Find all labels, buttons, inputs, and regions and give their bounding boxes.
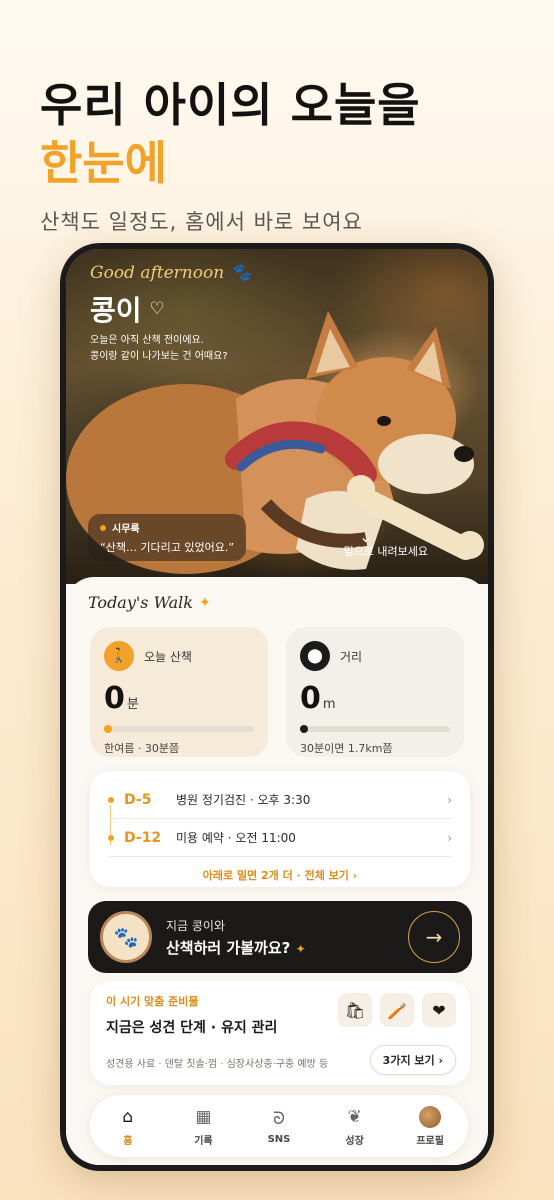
pet-name: 콩이 ♡ [90,289,165,329]
mood-label: 시무룩 [100,520,234,535]
paw-icon: 🐾 [100,911,152,963]
tab-records[interactable]: ▦ 기록 [173,1106,233,1147]
distance-note: 30분이면 1.7km쯤 [300,742,393,755]
tab-profile-label: 프로필 [416,1135,444,1147]
mood-bubble: 시무룩 “산책… 기다리고 있었어요.” [88,514,247,561]
tab-growth-label: 성장 [345,1135,364,1147]
today-walk-title: Today's Walk ✦ [88,593,211,612]
walk-time-card[interactable]: 🚶 오늘 산책 0분 한여름 · 30분쯤 [90,627,268,757]
scroll-hint[interactable]: ⌄ 밑으로 내려보세요 [343,529,428,559]
schedule-dday: D-12 [124,829,162,846]
arrow-right-icon[interactable]: → [408,911,460,963]
start-walk-line2-label: 산책하러 가볼까요? [166,938,291,957]
distance-progress-fill [300,725,308,733]
sparkle-icon: ✦ [198,594,211,611]
mood-name: 시무룩 [112,524,140,535]
today-walk-label: Today's Walk [88,593,193,612]
status-message-line1: 오늘은 아직 산책 전이에요. [90,335,204,346]
status-message-line2: 콩이랑 같이 나가보는 건 어때요? [90,351,228,362]
schedule-dday: D-5 [124,791,152,808]
location-pin-icon: ⬤ [300,641,330,671]
walk-time-progress-fill [104,725,112,733]
schedule-item[interactable]: D-5 병원 정기검진 · 오후 3:30 › [108,781,452,819]
view-supplies-button[interactable]: 3가지 보기 › [369,1045,456,1075]
phone-frame: Good afternoon 🐾 콩이 ♡ 오늘은 아직 산책 전이에요. 콩이… [60,243,494,1171]
schedule-text: 병원 정기검진 · 오후 3:30 [176,793,311,807]
chevron-right-icon: › [447,792,452,807]
tab-profile[interactable]: 프로필 [400,1105,460,1147]
avatar-icon [419,1105,442,1128]
walk-time-progress [104,725,254,733]
greeting-text: Good afternoon 🐾 [90,263,251,283]
mood-dot [100,524,106,531]
timeline-dot [108,834,114,841]
walk-time-unit: 분 [126,697,139,712]
start-walk-button[interactable]: 🐾 지금 콩이와 산책하러 가볼까요? ✦ → [88,901,472,973]
hero-title: 우리 아이의 오늘을 [40,78,421,132]
tab-home-label: 홈 [123,1135,133,1147]
distance-progress [300,725,450,733]
scroll-hint-label: 밑으로 내려보세요 [343,545,428,558]
food-bag-icon[interactable]: 🛍 [338,993,372,1027]
walk-time-note: 한여름 · 30분쯤 [104,742,180,755]
distance-unit: m [322,697,336,712]
home-icon: ⌂ [122,1106,134,1127]
toothbrush-icon[interactable]: 🪥 [380,993,414,1027]
grid-icon: ▦ [195,1106,212,1127]
stage-supplies-card: 이 시기 맞춤 준비물 지금은 성견 단계 · 유지 관리 🛍 🪥 ❤ 성견용 … [90,981,470,1085]
supply-thumbnails: 🛍 🪥 ❤ [338,993,456,1027]
schedule-card: D-5 병원 정기검진 · 오후 3:30 › D-12 미용 예약 · 오전 … [90,771,470,887]
walk-time-label: 오늘 산책 [144,649,192,664]
status-message: 오늘은 아직 산책 전이에요. 콩이랑 같이 나가보는 건 어때요? [90,333,228,365]
start-walk-text: 지금 콩이와 산책하러 가볼까요? ✦ [166,917,408,958]
schedule-text: 미용 예약 · 오전 11:00 [176,831,296,845]
content-sheet: Today's Walk ✦ 🚶 오늘 산책 0분 한여름 · 30분쯤 ⬤ 거… [66,577,488,1165]
hero-heading: 우리 아이의 오늘을 한눈에 산책도 일정도, 홈에서 바로 보여요 [40,76,421,236]
start-walk-line2: 산책하러 가볼까요? ✦ [166,937,408,958]
start-walk-line1: 지금 콩이와 [166,918,226,933]
sparkle-icon: ✦ [295,941,306,956]
schedule-view-all-link[interactable]: 아래로 밀면 2개 더 · 전체 보기 › [108,867,452,883]
distance-value: 0m [300,681,450,716]
hero-subtitle: 산책도 일정도, 홈에서 바로 보여요 [40,210,363,234]
heart-icon[interactable]: ♡ [150,299,165,319]
walk-time-number: 0 [104,681,125,716]
stage-supplies-description: 성견용 사료 · 덴탈 칫솔·껌 · 심장사상충·구충 예방 등 [106,1059,329,1070]
sprout-icon: ❦ [347,1106,362,1127]
bottom-tab-bar: ⌂ 홈 ▦ 기록 ᘐ SNS ❦ 성장 프로필 [90,1095,468,1157]
sns-icon: ᘐ [273,1108,285,1129]
greeting-label: Good afternoon [90,263,225,283]
distance-card[interactable]: ⬤ 거리 0m 30분이면 1.7km쯤 [286,627,464,757]
walking-icon: 🚶 [104,641,134,671]
chevron-right-icon: › [447,830,452,845]
heart-treat-icon[interactable]: ❤ [422,993,456,1027]
tab-home[interactable]: ⌂ 홈 [98,1106,158,1147]
tab-sns-label: SNS [267,1133,291,1145]
mood-quote: “산책… 기다리고 있었어요.” [100,541,235,554]
chevron-down-icon: ⌄ [359,527,373,546]
distance-label: 거리 [340,649,363,664]
distance-number: 0 [300,681,321,716]
schedule-item[interactable]: D-12 미용 예약 · 오전 11:00 › [108,819,452,857]
pet-name-label: 콩이 [90,294,142,327]
tab-growth[interactable]: ❦ 성장 [325,1106,385,1147]
tab-sns[interactable]: ᘐ SNS [249,1108,309,1145]
hero-title-accent: 한눈에 [40,136,167,190]
dog-photo: Good afternoon 🐾 콩이 ♡ 오늘은 아직 산책 전이에요. 콩이… [66,249,488,584]
walk-time-value: 0분 [104,681,254,716]
timeline-dot [108,796,114,803]
app-screen: Good afternoon 🐾 콩이 ♡ 오늘은 아직 산책 전이에요. 콩이… [66,249,488,1165]
tab-records-label: 기록 [194,1135,213,1147]
paw-icon: 🐾 [230,263,252,283]
